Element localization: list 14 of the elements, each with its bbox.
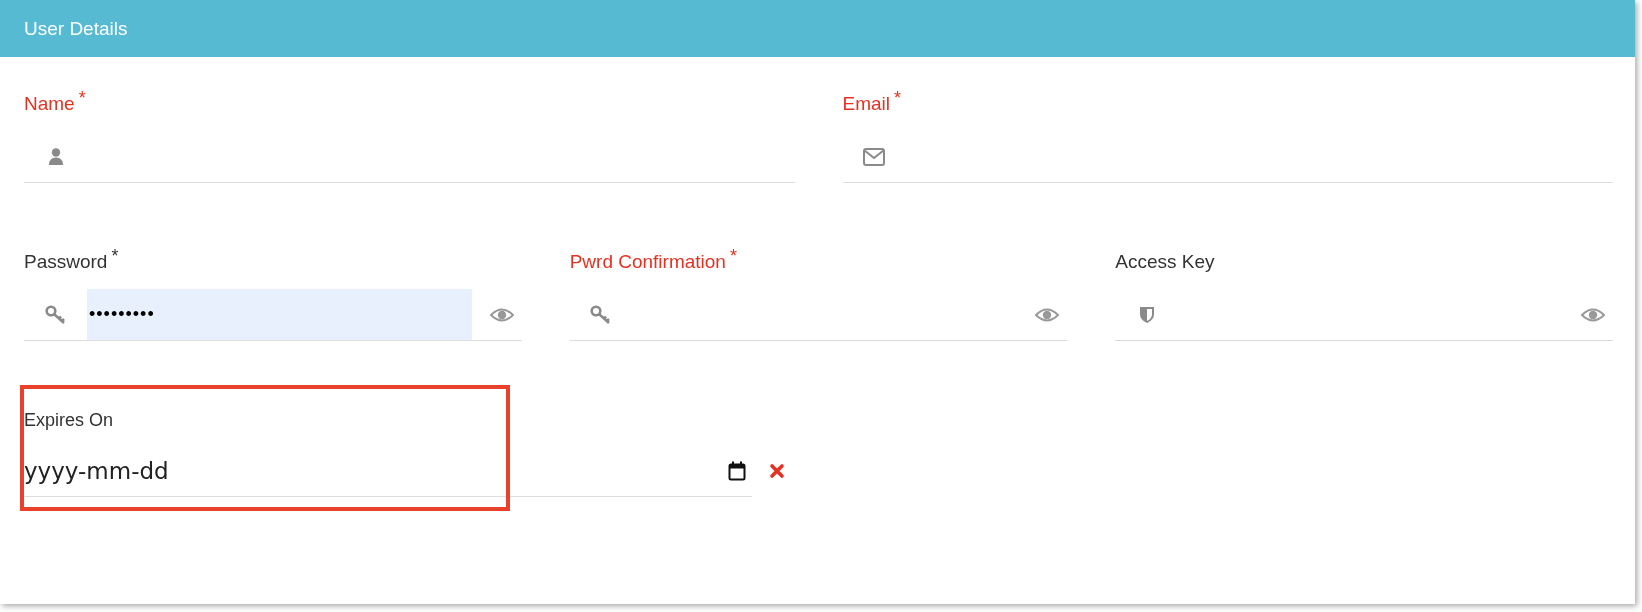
user-icon [48,147,63,166]
clear-icon[interactable] [769,463,785,479]
eye-icon[interactable] [1035,306,1060,323]
calendar-icon[interactable] [728,460,746,481]
field-label: Expires On [24,409,115,432]
field-label: Access Key [1115,250,1216,274]
eye-icon[interactable] [1581,306,1605,323]
key-icon [44,304,67,325]
date-field[interactable]: yyyy-mm-dd [24,457,728,484]
eye-icon[interactable] [489,306,514,323]
shield-icon [1138,305,1155,324]
key-icon [590,304,613,325]
panel-title: User Details [24,17,128,40]
envelope-icon [863,147,885,166]
